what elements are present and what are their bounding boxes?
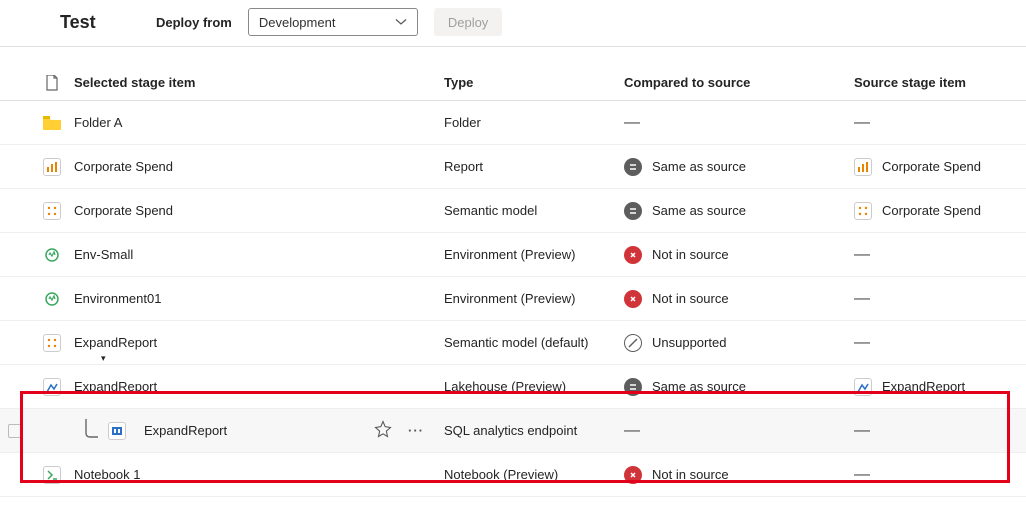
semantic-model-icon [43, 202, 61, 220]
status-text: Unsupported [652, 335, 726, 350]
table-row[interactable]: Environment01 Environment (Preview) Not … [0, 277, 1026, 321]
report-icon [854, 158, 872, 176]
dash-icon: — [854, 114, 870, 132]
sort-indicator-icon: ▾ [101, 353, 106, 364]
equals-icon [624, 202, 642, 220]
more-options-button[interactable]: ··· [408, 423, 424, 438]
environment-icon [43, 290, 61, 308]
table-row[interactable]: ExpandReport Semantic model (default) Un… [0, 321, 1026, 365]
status-text: Not in source [652, 291, 729, 306]
status-text: Not in source [652, 247, 729, 262]
dash-icon: — [624, 422, 640, 440]
status-text: Same as source [652, 379, 746, 394]
equals-icon [624, 378, 642, 396]
sql-endpoint-icon [108, 422, 126, 440]
item-name: Corporate Spend [74, 203, 173, 218]
source-name: Corporate Spend [882, 203, 981, 218]
semantic-model-icon [43, 334, 61, 352]
item-type: Notebook (Preview) [444, 467, 624, 482]
lakehouse-icon [43, 378, 61, 396]
not-in-source-icon [624, 246, 642, 264]
not-in-source-icon [624, 290, 642, 308]
deploy-header: Test Deploy from Development Deploy [0, 0, 1026, 47]
item-type: Environment (Preview) [444, 247, 624, 262]
item-name: Corporate Spend [74, 159, 173, 174]
status-text: Same as source [652, 203, 746, 218]
not-in-source-icon [624, 466, 642, 484]
source-name: ExpandReport [882, 379, 965, 394]
dash-icon: — [854, 246, 870, 264]
item-name: Folder A [74, 115, 122, 130]
favorite-button[interactable] [374, 420, 392, 441]
item-type: Report [444, 159, 624, 174]
dash-icon: — [624, 114, 640, 132]
item-name: ExpandReport [74, 335, 157, 350]
deploy-from-label: Deploy from [156, 15, 232, 30]
stage-table: Selected stage item Type Compared to sou… [0, 65, 1026, 497]
col-name[interactable]: Selected stage item [74, 75, 444, 90]
tree-elbow-icon [80, 419, 100, 443]
file-icon [45, 75, 59, 91]
source-name: Corporate Spend [882, 159, 981, 174]
dash-icon: — [854, 290, 870, 308]
table-row[interactable]: Env-Small Environment (Preview) Not in s… [0, 233, 1026, 277]
item-type: Semantic model (default) [444, 335, 624, 350]
notebook-icon [43, 466, 61, 484]
status-text: Not in source [652, 467, 729, 482]
item-name: Notebook 1 [74, 467, 141, 482]
col-compared[interactable]: Compared to source [624, 75, 854, 90]
table-row[interactable]: Corporate Spend Report Same as source Co… [0, 145, 1026, 189]
item-name: Environment01 [74, 291, 161, 306]
item-name: Env-Small [74, 247, 133, 262]
item-type: Semantic model [444, 203, 624, 218]
environment-icon [43, 246, 61, 264]
table-header-row: Selected stage item Type Compared to sou… [0, 65, 1026, 101]
semantic-model-icon [854, 202, 872, 220]
table-row[interactable]: ExpandReport Lakehouse (Preview) Same as… [0, 365, 1026, 409]
page-title: Test [60, 12, 140, 33]
table-row[interactable]: Notebook 1 Notebook (Preview) Not in sou… [0, 453, 1026, 497]
chevron-down-icon [395, 16, 407, 28]
source-env-selected: Development [259, 15, 336, 30]
item-type: SQL analytics endpoint [444, 423, 624, 438]
item-name: ExpandReport [74, 379, 157, 394]
col-source[interactable]: Source stage item [854, 75, 1026, 90]
deploy-button[interactable]: Deploy [434, 8, 502, 36]
table-row[interactable]: ExpandReport ··· SQL analytics endpoint … [0, 409, 1026, 453]
dash-icon: — [854, 466, 870, 484]
status-text: Same as source [652, 159, 746, 174]
table-row[interactable]: Corporate Spend Semantic model Same as s… [0, 189, 1026, 233]
item-type: Lakehouse (Preview) [444, 379, 624, 394]
lakehouse-icon [854, 378, 872, 396]
table-row[interactable]: Folder A Folder — — [0, 101, 1026, 145]
equals-icon [624, 158, 642, 176]
folder-icon [43, 116, 61, 130]
source-env-dropdown[interactable]: Development [248, 8, 418, 36]
report-icon [43, 158, 61, 176]
item-type: Environment (Preview) [444, 291, 624, 306]
item-name: ExpandReport [144, 423, 227, 438]
unsupported-icon [624, 334, 642, 352]
dash-icon: — [854, 334, 870, 352]
row-checkbox[interactable] [8, 424, 22, 438]
dash-icon: — [854, 422, 870, 440]
item-type: Folder [444, 115, 624, 130]
col-type[interactable]: Type [444, 75, 624, 90]
